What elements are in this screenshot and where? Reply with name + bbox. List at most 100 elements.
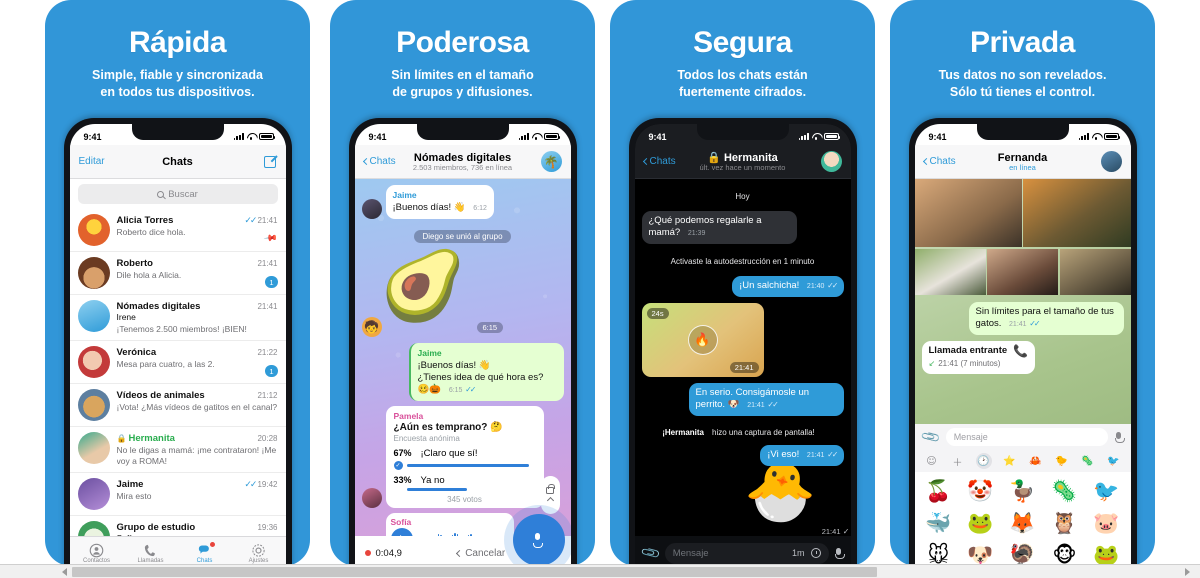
sticker-item[interactable]: 🦠	[1045, 476, 1085, 506]
sticker-item[interactable]: 🐦	[1087, 476, 1127, 506]
sticker-item[interactable]: 🐷	[1087, 508, 1127, 538]
chat-name: Hermanita	[128, 433, 175, 444]
album-photo[interactable]	[914, 248, 986, 295]
sticker-pack-star[interactable]: ⭐	[1002, 453, 1018, 469]
message-row: ¿Qué podemos regalarle a mamá? 21:39	[635, 211, 851, 244]
plus-icon[interactable]: ＋	[950, 453, 966, 469]
self-destruct-photo[interactable]: 24s 🔥 21:41	[641, 303, 764, 377]
ttl-value[interactable]: 1m	[792, 548, 805, 558]
cellular-icon	[1078, 133, 1089, 140]
sticker-item[interactable]: 🤡	[961, 476, 1001, 506]
subheadline-line1: Sin límites en el tamaño	[391, 68, 534, 82]
message-bubble[interactable]: En serio. Consigámosle un perrito. 🐶 21:…	[688, 383, 844, 416]
flame-icon: 🔥	[687, 325, 718, 355]
list-item[interactable]: Vídeos de animales 21:12 ¡Vota! ¿Más víd…	[69, 384, 286, 427]
panel-subheadline: Tus datos no son revelados. Sólo tú tien…	[890, 67, 1155, 101]
poll-message[interactable]: Pamela ¿Aún es temprano? 🤔 Encuesta anón…	[385, 406, 544, 508]
message-bubble[interactable]: ¡Vi eso! 21:41 ✓✓	[760, 445, 844, 466]
avatar[interactable]: 🌴	[540, 151, 562, 172]
read-ticks-icon: ✓✓	[767, 400, 778, 409]
attach-icon[interactable]: 📎	[640, 542, 662, 564]
sticker-item[interactable]: 🦃	[1003, 540, 1043, 567]
unread-badge: 1	[265, 276, 278, 288]
chevron-left-icon	[456, 549, 464, 557]
sticker-pack-duck[interactable]: 🐤	[1054, 453, 1070, 469]
subheadline-line2: en todos tus dispositivos.	[100, 85, 255, 99]
tab-llamadas[interactable]: Llamadas	[124, 537, 178, 566]
message-bubble[interactable]: ¡Un salchicha! 21:40 ✓✓	[732, 276, 844, 297]
list-item[interactable]: Jaime ✓✓ 19:42 Mira esto	[69, 473, 286, 516]
sticker-item[interactable]: 🐭	[919, 540, 959, 566]
sticker-message[interactable]: 🐣 21:41 ✓	[635, 462, 851, 536]
sticker-grid[interactable]: 🍒 🤡 🦆 🦠 🐦 🐳 🐸 🦊 🦉 🐷 🐭 🐶 🦃 🐵 🐸	[914, 472, 1131, 567]
search-input[interactable]: Buscar	[77, 184, 278, 204]
list-item[interactable]: Alicia Torres ✓✓ 21:41 Roberto dice hola.…	[69, 209, 286, 252]
back-button[interactable]: Chats	[922, 156, 956, 167]
attach-icon[interactable]: 📎	[920, 426, 942, 448]
back-button[interactable]: Chats	[362, 156, 396, 167]
wifi-icon	[532, 133, 541, 140]
scroll-left-arrow[interactable]	[62, 568, 67, 576]
mic-icon[interactable]	[834, 547, 845, 559]
avatar[interactable]	[1100, 151, 1122, 172]
edit-button[interactable]: Editar	[79, 156, 105, 167]
sticker-message[interactable]: 🥑 🧒 6:15	[355, 251, 571, 337]
sticker-item[interactable]: 🐶	[961, 540, 1001, 567]
scroll-right-arrow[interactable]	[1185, 568, 1190, 576]
chat-preview: Mira esto	[116, 491, 152, 501]
chat-list[interactable]: Alicia Torres ✓✓ 21:41 Roberto dice hola.…	[69, 209, 286, 559]
sticker-item[interactable]: 🍒	[919, 476, 959, 506]
message-bubble[interactable]: Sin límites para el tamaño de tus gatos.…	[968, 301, 1124, 335]
read-ticks-icon: ✓✓	[244, 479, 257, 489]
tab-ajustes[interactable]: Ajustes	[232, 537, 286, 566]
list-item[interactable]: Roberto 21:41 Dile hola a Alicia. 1	[69, 252, 286, 295]
back-label: Chats	[929, 156, 956, 167]
cancel-recording-button[interactable]: Cancelar	[456, 548, 505, 559]
scrollbar-thumb[interactable]	[72, 567, 877, 577]
clock-icon[interactable]	[810, 548, 821, 558]
sticker-item[interactable]: 🐵	[1045, 540, 1085, 566]
record-mic-button[interactable]	[512, 514, 565, 566]
horizontal-scrollbar[interactable]	[0, 564, 1200, 578]
list-item[interactable]: Nómades digitales 21:41 Irene ¡Tenemos 2…	[69, 295, 286, 341]
sticker-item[interactable]: 🦆	[1003, 476, 1043, 506]
message-input[interactable]: Mensaje 1m	[664, 542, 829, 564]
list-item[interactable]: Verónica 21:22 Mesa para cuatro, a las 2…	[69, 341, 286, 384]
poll-option[interactable]: 33% Ya no	[394, 475, 536, 491]
sticker-item[interactable]: 🦉	[1045, 508, 1085, 538]
album-photo[interactable]	[914, 179, 1022, 247]
panel-headline: Poderosa	[396, 26, 529, 59]
call-message[interactable]: Llamada entrante 📞 ↙ 21:41 (7 minutos)	[921, 340, 1036, 374]
sticker-pack-bird[interactable]: 🐦	[1106, 453, 1122, 469]
poll-subtitle: Encuesta anónima	[393, 434, 460, 443]
message-row: Sin límites para el tamaño de tus gatos.…	[915, 301, 1131, 335]
sticker-pack-crab[interactable]: 🦀	[1028, 453, 1044, 469]
sticker-pack-virus[interactable]: 🦠	[1080, 453, 1096, 469]
message-input-bar: 📎 Mensaje	[914, 424, 1131, 450]
tab-chats[interactable]: Chats	[178, 537, 232, 566]
photo-album[interactable]	[914, 179, 1131, 247]
message-bubble[interactable]: Jaime ¡Buenos días! 👋 ¿Tienes idea de qu…	[408, 343, 564, 401]
message-bubble[interactable]: Jaime ¡Buenos días! 👋 6:12	[385, 185, 494, 219]
sticker-item[interactable]: 🦊	[1003, 508, 1043, 538]
back-button[interactable]: Chats	[642, 156, 676, 167]
compose-icon[interactable]	[263, 155, 277, 168]
sticker-item[interactable]: 🐳	[919, 508, 959, 538]
mic-icon[interactable]	[1114, 431, 1125, 443]
message-input[interactable]: Mensaje	[945, 428, 1108, 446]
message-time: 21:40	[806, 283, 825, 290]
avatar[interactable]	[820, 151, 842, 172]
message-bubble[interactable]: ¿Qué podemos regalarle a mamá? 21:39	[641, 211, 797, 244]
poll-option[interactable]: 67% ¡Claro que sí! ✓	[393, 448, 536, 470]
voice-lock-control[interactable]	[540, 476, 560, 514]
album-photo[interactable]	[1059, 248, 1131, 295]
clock-icon[interactable]: 🕑	[975, 453, 992, 469]
sticker-item[interactable]: 🐸	[1087, 540, 1127, 567]
sticker-item[interactable]: 🐸	[961, 508, 1001, 538]
tab-contactos[interactable]: Contactos	[70, 537, 124, 566]
photo-album-row2[interactable]	[914, 248, 1131, 295]
album-photo[interactable]	[987, 248, 1058, 295]
list-item[interactable]: 🔒 Hermanita 20:28 No le digas a mamá: ¡m…	[69, 427, 286, 473]
album-photo[interactable]	[1023, 179, 1131, 247]
emoji-icon[interactable]: ☺	[924, 453, 940, 469]
